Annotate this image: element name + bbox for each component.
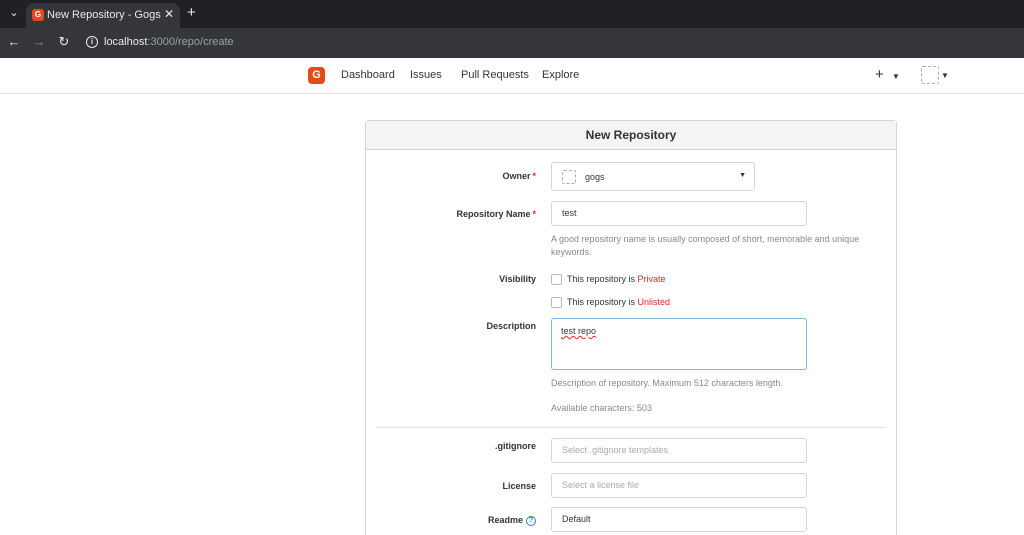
gogs-logo-icon[interactable]: G: [308, 67, 325, 84]
owner-value: gogs: [585, 172, 605, 182]
browser-tab[interactable]: G New Repository - Gogs ✕: [26, 3, 180, 28]
required-mark: *: [532, 209, 536, 219]
available-characters: Available characters: 503: [551, 403, 652, 413]
form-title: New Repository: [366, 121, 896, 150]
forward-arrow-icon[interactable]: →: [31, 34, 47, 50]
description-textarea[interactable]: test repo: [551, 318, 807, 370]
readme-select[interactable]: Default: [551, 507, 807, 532]
required-mark: *: [532, 171, 536, 181]
question-circle-icon[interactable]: ?: [526, 515, 536, 526]
nav-issues[interactable]: Issues: [410, 69, 442, 81]
readme-label: Readme?: [366, 515, 536, 526]
site-header: G Dashboard Issues Pull Requests Explore…: [0, 58, 1024, 94]
nav-dashboard[interactable]: Dashboard: [341, 69, 395, 81]
reload-icon[interactable]: ↻: [56, 34, 72, 50]
url-field[interactable]: localhost:3000/repo/create: [104, 36, 234, 48]
user-avatar[interactable]: [921, 66, 939, 84]
gogs-favicon-icon: G: [32, 9, 44, 21]
repo-name-help: A good repository name is usually compos…: [551, 234, 860, 257]
owner-dropdown[interactable]: gogs ▼: [551, 162, 755, 191]
chevron-down-icon: ▼: [739, 172, 746, 179]
create-caret-icon[interactable]: ▼: [892, 72, 900, 81]
private-checkbox-label[interactable]: This repository is Private: [567, 274, 666, 284]
tab-list-chevron-icon[interactable]: ⌄: [6, 5, 22, 21]
private-checkbox[interactable]: [551, 274, 562, 285]
license-label: License: [502, 481, 536, 491]
site-info-icon[interactable]: i: [86, 36, 98, 48]
license-select[interactable]: Select a license file: [551, 473, 807, 498]
owner-avatar: [562, 170, 576, 184]
new-repo-form: New Repository Owner * gogs ▼ Repository …: [365, 120, 897, 535]
back-arrow-icon[interactable]: ←: [6, 34, 22, 50]
gitignore-label: .gitignore: [495, 441, 536, 451]
owner-label: Owner *: [502, 171, 536, 181]
tab-title: New Repository - Gogs: [47, 9, 161, 21]
user-caret-icon[interactable]: ▼: [941, 71, 949, 80]
description-help: Description of repository. Maximum 512 c…: [551, 378, 783, 388]
nav-pull-requests[interactable]: Pull Requests: [461, 69, 529, 81]
new-tab-plus-icon[interactable]: +: [187, 4, 196, 21]
create-plus-icon[interactable]: +: [875, 66, 884, 83]
section-divider: [376, 427, 886, 428]
visibility-label: Visibility: [499, 274, 536, 284]
nav-explore[interactable]: Explore: [542, 69, 579, 81]
browser-tab-bar: ⌄ G New Repository - Gogs ✕ +: [0, 0, 1024, 28]
gitignore-select[interactable]: Select .gitignore templates: [551, 438, 807, 463]
unlisted-checkbox-label[interactable]: This repository is Unlisted: [567, 297, 670, 307]
repo-name-label: Repository Name *: [456, 209, 536, 219]
description-label: Description: [486, 321, 536, 331]
unlisted-checkbox[interactable]: [551, 297, 562, 308]
repo-name-input[interactable]: test: [551, 201, 807, 226]
tab-close-icon[interactable]: ✕: [164, 7, 174, 21]
browser-address-bar: ← → ↻ i localhost:3000/repo/create: [0, 28, 1024, 58]
